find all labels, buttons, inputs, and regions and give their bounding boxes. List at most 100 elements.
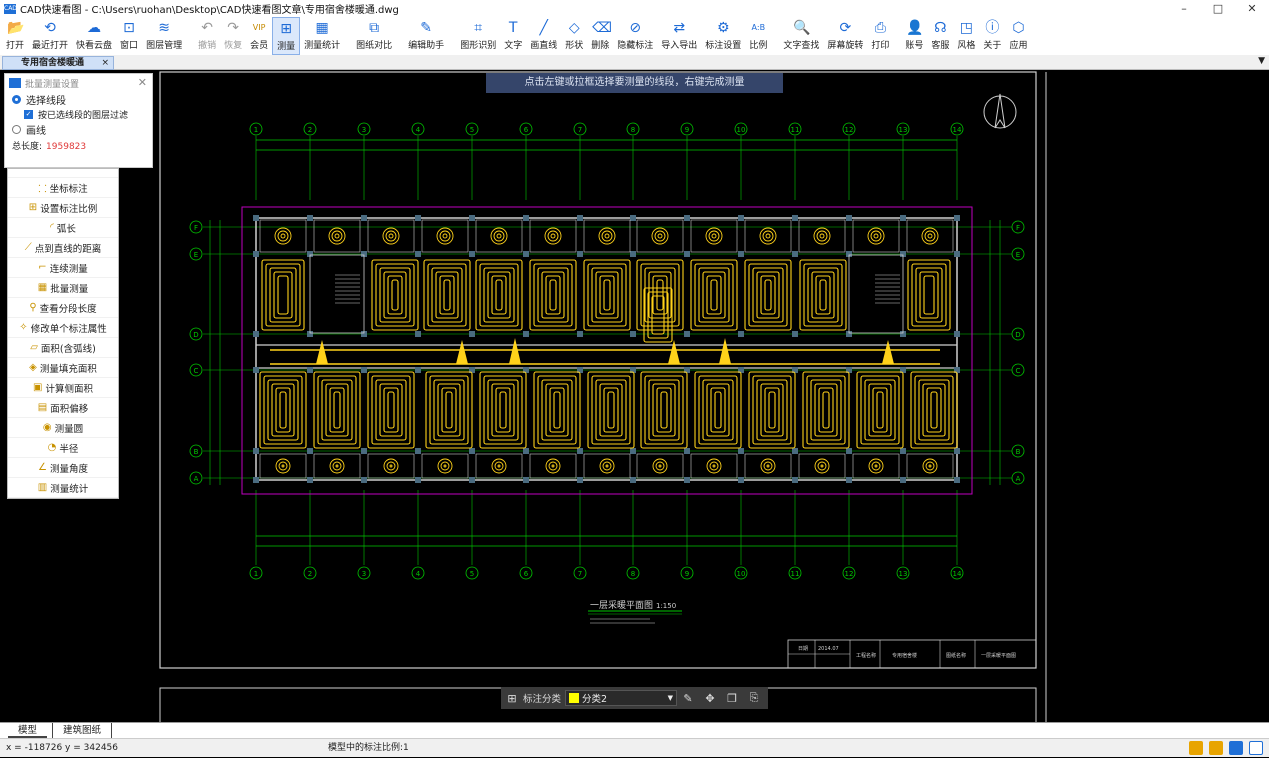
toolbar-rotate-button[interactable]: ⟳ 屏幕旋转	[823, 17, 867, 55]
toolbar-ratio-button[interactable]: A:B 比例	[745, 17, 771, 55]
option-select-segments[interactable]: 选择线段	[5, 92, 152, 107]
close-button[interactable]: ✕	[1235, 0, 1269, 17]
axis-number: 11	[791, 126, 800, 134]
toolbar-about-button[interactable]: ⓘ 关于	[979, 17, 1005, 55]
column	[361, 367, 367, 373]
bath-room-top	[636, 219, 684, 253]
toolbar-annot-settings-button[interactable]: ⚙ 标注设置	[701, 17, 745, 55]
toolbar-recent-button[interactable]: ⟲ 最近打开	[28, 17, 72, 55]
axis-number: 6	[524, 570, 529, 578]
toolbar-text-search-button[interactable]: 🔍 文字查找	[779, 17, 823, 55]
toolbar-cloud-button[interactable]: ☁ 快看云盘	[72, 17, 116, 55]
radio-selected-icon[interactable]	[12, 95, 21, 104]
window-controls: – □ ✕	[1167, 0, 1269, 17]
minimize-button[interactable]: –	[1167, 0, 1201, 17]
maximize-button[interactable]: □	[1201, 0, 1235, 17]
annotation-category-select[interactable]: 分类2 ▼	[565, 690, 678, 706]
bath-room-bottom	[529, 453, 577, 479]
edit-icon[interactable]: ✎	[677, 692, 699, 705]
bath-coil	[602, 461, 612, 471]
heating-coil-loop	[748, 371, 796, 449]
status-icon-1[interactable]	[1189, 741, 1203, 755]
toolbar-account-button[interactable]: 👤 账号	[901, 17, 927, 55]
toolbar-window-button[interactable]: ⊡ 窗口	[116, 17, 142, 55]
menu-item-icon: ▥	[37, 482, 48, 493]
cad-drawing[interactable]: 11223344556677889910101111121213131414F F…	[0, 70, 1269, 722]
menu-item-8[interactable]: ▱ 面积(含弧线)	[8, 338, 118, 358]
copy-icon[interactable]: ❐	[721, 692, 743, 705]
menu-item-11[interactable]: ▤ 面积偏移	[8, 398, 118, 418]
grid-icon[interactable]: ⊞	[501, 692, 523, 705]
menu-item-partial[interactable]	[8, 169, 118, 178]
tb-project-label: 工程名称	[856, 652, 876, 659]
menu-item-5[interactable]: ▦ 批量测量	[8, 278, 118, 298]
menu-item-1[interactable]: ⊞ 设置标注比例	[8, 198, 118, 218]
toolbar-undo-button[interactable]: ↶ 撤销	[194, 17, 220, 55]
tab-menu-icon[interactable]: ▼	[1258, 56, 1265, 66]
status-icon-3[interactable]	[1229, 741, 1243, 755]
toolbar-text-button[interactable]: T 文字	[500, 17, 526, 55]
toolbar-text-label: 文字	[504, 41, 523, 51]
menu-item-4[interactable]: ⌐ 连续测量	[8, 258, 118, 278]
tab-architecture[interactable]: 建筑图纸	[52, 723, 113, 738]
drawing-canvas[interactable]: 1 1 2 2 3 3 4 4 5 5 6 6 7 7 8 8 9 9 10 10 11 11 12 12 13 13 14 14 F F…	[0, 70, 1269, 722]
paste-icon[interactable]: ⎘	[743, 691, 765, 705]
menu-item-3[interactable]: ⟋ 点到直线的距离	[8, 238, 118, 258]
toolbar-import-export-button[interactable]: ⇄ 导入导出	[657, 17, 701, 55]
menu-item-label: 测量统计	[50, 483, 89, 495]
heating-coil-loop	[545, 275, 561, 315]
menu-item-14[interactable]: ∠ 测量角度	[8, 458, 118, 478]
menu-item-0[interactable]: ⸬ 坐标标注	[8, 178, 118, 198]
heating-coil-loop	[923, 275, 935, 315]
toolbar-edit-helper-button[interactable]: ✎ 编辑助手	[404, 17, 448, 55]
toolbar-line-button[interactable]: ╱ 画直线	[526, 17, 561, 55]
menu-item-2[interactable]: ◜ 弧长	[8, 218, 118, 238]
status-icon-2[interactable]	[1209, 741, 1223, 755]
menu-item-13[interactable]: ◔ 半径	[8, 438, 118, 458]
toolbar-about-label: 关于	[983, 41, 1002, 51]
menu-item-label: 测量填充面积	[39, 363, 97, 375]
toolbar-import-export-label: 导入导出	[661, 41, 698, 51]
bath-room-bottom	[367, 453, 415, 479]
toolbar-print-label: 打印	[871, 41, 890, 51]
toolbar-measure-stats-button[interactable]: ▦ 测量统计	[300, 17, 344, 55]
heating-coil-loop	[803, 263, 843, 327]
panel-close-icon[interactable]: ✕	[138, 76, 147, 89]
toolbar-apps-button[interactable]: ⬡ 应用	[1005, 17, 1031, 55]
toolbar-vip-button[interactable]: VIP 会员	[246, 17, 272, 55]
option-layer-filter[interactable]: ✓ 按已选线段的图层过滤	[5, 107, 152, 122]
menu-item-icon: ∠	[38, 462, 47, 473]
close-tab-icon[interactable]: ×	[101, 57, 109, 69]
menu-item-15[interactable]: ▥ 测量统计	[8, 478, 118, 498]
heating-coil-loop	[856, 371, 904, 449]
toolbar-measure-button[interactable]: ⊞ 测量	[272, 17, 301, 55]
text-search-icon: 🔍	[793, 20, 811, 36]
tab-model[interactable]: 模型	[8, 723, 48, 738]
menu-item-9[interactable]: ◈ 测量填充面积	[8, 358, 118, 378]
move-icon[interactable]: ✥	[699, 692, 721, 705]
status-icon-4[interactable]	[1249, 741, 1263, 755]
column	[577, 331, 583, 337]
menu-item-7[interactable]: ✧ 修改单个标注属性	[8, 318, 118, 338]
document-tab[interactable]: 专用宿舍楼暖通 ×	[2, 56, 114, 70]
toolbar-style-button[interactable]: ◳ 风格	[953, 17, 979, 55]
option-draw-line[interactable]: 画线	[5, 122, 152, 137]
toolbar-shape-recognize-button[interactable]: ⌗ 图形识别	[456, 17, 500, 55]
toolbar-delete-button[interactable]: ⌫ 删除	[587, 17, 613, 55]
menu-item-icon: ◉	[42, 422, 52, 433]
toolbar-service-button[interactable]: ☊ 客服	[927, 17, 953, 55]
column	[792, 251, 798, 257]
column	[415, 367, 421, 373]
menu-item-6[interactable]: ⚲ 查看分段长度	[8, 298, 118, 318]
menu-item-10[interactable]: ▣ 计算侧面积	[8, 378, 118, 398]
toolbar-layers-button[interactable]: ≋ 图层管理	[142, 17, 186, 55]
toolbar-shape-button[interactable]: ◇ 形状	[561, 17, 587, 55]
toolbar-hide-annot-button[interactable]: ⊘ 隐藏标注	[613, 17, 657, 55]
checkbox-checked-icon[interactable]: ✓	[24, 110, 33, 119]
toolbar-redo-button[interactable]: ↷ 恢复	[220, 17, 246, 55]
toolbar-compare-button[interactable]: ⧉ 图纸对比	[352, 17, 396, 55]
menu-item-12[interactable]: ◉ 测量圆	[8, 418, 118, 438]
toolbar-print-button[interactable]: ⎙ 打印	[867, 17, 893, 55]
radio-unselected-icon[interactable]	[12, 125, 21, 134]
toolbar-open-button[interactable]: 📂 打开	[2, 17, 28, 55]
